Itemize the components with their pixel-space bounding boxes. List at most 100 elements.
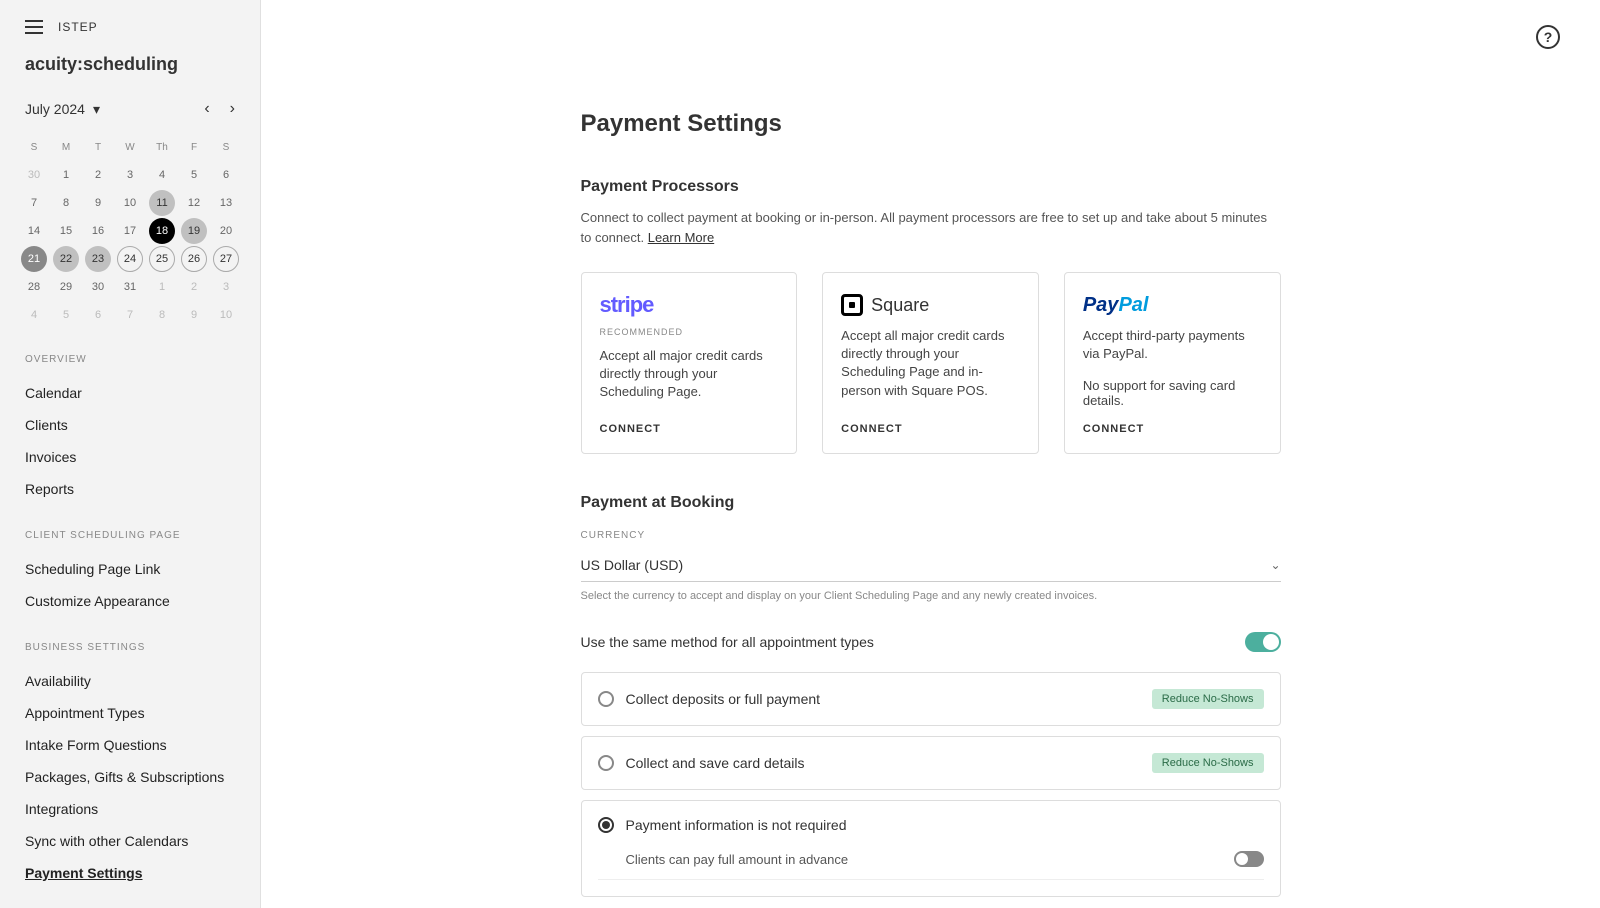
nav-item-sync-with-other-calendars[interactable]: Sync with other Calendars	[25, 825, 235, 857]
calendar-day[interactable]: 7	[117, 302, 143, 328]
calendar-day[interactable]: 6	[213, 162, 239, 188]
brand-name: ISTEP	[58, 20, 98, 34]
reduce-noshows-badge: Reduce No-Shows	[1152, 753, 1264, 773]
calendar-day[interactable]: 5	[53, 302, 79, 328]
learn-more-link[interactable]: Learn More	[648, 230, 714, 245]
calendar-day[interactable]: 19	[181, 218, 207, 244]
same-method-toggle[interactable]	[1245, 632, 1281, 652]
calendar-day[interactable]: 24	[117, 246, 143, 272]
nav-item-customize-appearance[interactable]: Customize Appearance	[25, 585, 235, 617]
calendar-day[interactable]: 25	[149, 246, 175, 272]
nav-item-availability[interactable]: Availability	[25, 665, 235, 697]
calendar-day[interactable]: 10	[117, 190, 143, 216]
booking-heading: Payment at Booking	[581, 494, 1281, 512]
day-header: Th	[146, 133, 178, 161]
day-header: W	[114, 133, 146, 161]
processor-description: Accept all major credit cards directly t…	[841, 327, 1020, 408]
radio-button[interactable]	[598, 691, 614, 707]
calendar-day[interactable]: 27	[213, 246, 239, 272]
connect-button[interactable]: CONNECT	[841, 423, 1020, 435]
calendar-day[interactable]: 18	[149, 218, 175, 244]
calendar-day[interactable]: 2	[85, 162, 111, 188]
calendar-day[interactable]: 15	[53, 218, 79, 244]
calendar-day[interactable]: 16	[85, 218, 111, 244]
calendar-day[interactable]: 3	[117, 162, 143, 188]
payment-option[interactable]: Payment information is not requiredClien…	[581, 800, 1281, 897]
calendar-day[interactable]: 14	[21, 218, 47, 244]
processor-card-paypal: PayPalAccept third-party payments via Pa…	[1064, 272, 1281, 454]
nav-item-intake-form-questions[interactable]: Intake Form Questions	[25, 729, 235, 761]
connect-button[interactable]: CONNECT	[1083, 423, 1262, 435]
calendar-day[interactable]: 10	[213, 302, 239, 328]
nav-item-reports[interactable]: Reports	[25, 473, 235, 505]
calendar-day[interactable]: 8	[53, 190, 79, 216]
calendar-day[interactable]: 31	[117, 274, 143, 300]
calendar-day[interactable]: 7	[21, 190, 47, 216]
calendar-day[interactable]: 17	[117, 218, 143, 244]
calendar-day[interactable]: 30	[21, 162, 47, 188]
option-label: Collect and save card details	[626, 755, 1140, 771]
nav-section-label: CLIENT SCHEDULING PAGE	[25, 530, 235, 541]
nav-item-packages-gifts-subscriptions[interactable]: Packages, Gifts & Subscriptions	[25, 761, 235, 793]
calendar-day[interactable]: 6	[85, 302, 111, 328]
calendar-day[interactable]: 30	[85, 274, 111, 300]
calendar-day[interactable]: 11	[149, 190, 175, 216]
pay-advance-toggle[interactable]	[1234, 851, 1264, 867]
logo: acuity:scheduling	[0, 54, 260, 100]
chevron-down-icon: ⌄	[1270, 558, 1280, 572]
menu-icon[interactable]	[25, 20, 43, 34]
nav-item-invoices[interactable]: Invoices	[25, 441, 235, 473]
currency-help: Select the currency to accept and displa…	[581, 590, 1281, 602]
calendar-day[interactable]: 4	[21, 302, 47, 328]
nav-item-scheduling-page-link[interactable]: Scheduling Page Link	[25, 553, 235, 585]
calendar-day[interactable]: 20	[213, 218, 239, 244]
option-label: Collect deposits or full payment	[626, 691, 1140, 707]
next-month-icon[interactable]: ›	[230, 100, 235, 118]
reduce-noshows-badge: Reduce No-Shows	[1152, 689, 1264, 709]
option-label: Payment information is not required	[626, 817, 1264, 833]
calendar-day[interactable]: 1	[149, 274, 175, 300]
nav-item-appointment-types[interactable]: Appointment Types	[25, 697, 235, 729]
payment-option[interactable]: Collect deposits or full payment Reduce N…	[581, 672, 1281, 726]
connect-button[interactable]: CONNECT	[600, 423, 779, 435]
calendar-day[interactable]: 5	[181, 162, 207, 188]
sidebar: ISTEP acuity:scheduling July 2024 ▾ ‹ › …	[0, 0, 261, 908]
calendar-day[interactable]: 21	[21, 246, 47, 272]
processor-note: No support for saving card details.	[1083, 378, 1262, 408]
processors-heading: Payment Processors	[581, 178, 1281, 196]
day-header: F	[178, 133, 210, 161]
calendar-day[interactable]: 28	[21, 274, 47, 300]
currency-select[interactable]: US Dollar (USD) ⌄	[581, 549, 1281, 582]
prev-month-icon[interactable]: ‹	[204, 100, 209, 118]
calendar-day[interactable]: 1	[53, 162, 79, 188]
nav-item-payment-settings[interactable]: Payment Settings	[25, 857, 235, 889]
calendar-day[interactable]: 29	[53, 274, 79, 300]
square-logo: Square	[841, 291, 1020, 319]
calendar-day[interactable]: 2	[181, 274, 207, 300]
calendar-day[interactable]: 4	[149, 162, 175, 188]
processor-card-stripe: stripeRECOMMENDEDAccept all major credit…	[581, 272, 798, 454]
calendar-day[interactable]: 23	[85, 246, 111, 272]
calendar-day[interactable]: 9	[181, 302, 207, 328]
calendar-day[interactable]: 22	[53, 246, 79, 272]
calendar-day[interactable]: 8	[149, 302, 175, 328]
calendar-day[interactable]: 3	[213, 274, 239, 300]
currency-value: US Dollar (USD)	[581, 557, 684, 573]
stripe-logo: stripe	[600, 291, 779, 319]
radio-button[interactable]	[598, 755, 614, 771]
payment-option[interactable]: Collect and save card details Reduce No-S…	[581, 736, 1281, 790]
calendar-day[interactable]: 26	[181, 246, 207, 272]
help-icon[interactable]: ?	[1536, 25, 1560, 49]
processor-card-square: Square Accept all major credit cards dire…	[822, 272, 1039, 454]
calendar-day[interactable]: 12	[181, 190, 207, 216]
page-title: Payment Settings	[581, 110, 1281, 138]
processor-description: Accept third-party payments via PayPal.	[1083, 327, 1262, 363]
nav-item-integrations[interactable]: Integrations	[25, 793, 235, 825]
radio-button[interactable]	[598, 817, 614, 833]
main-content: ? Payment Settings Payment Processors Co…	[261, 0, 1600, 908]
nav-item-calendar[interactable]: Calendar	[25, 377, 235, 409]
calendar-day[interactable]: 9	[85, 190, 111, 216]
calendar-day[interactable]: 13	[213, 190, 239, 216]
nav-item-clients[interactable]: Clients	[25, 409, 235, 441]
month-selector[interactable]: July 2024 ▾	[25, 101, 100, 118]
